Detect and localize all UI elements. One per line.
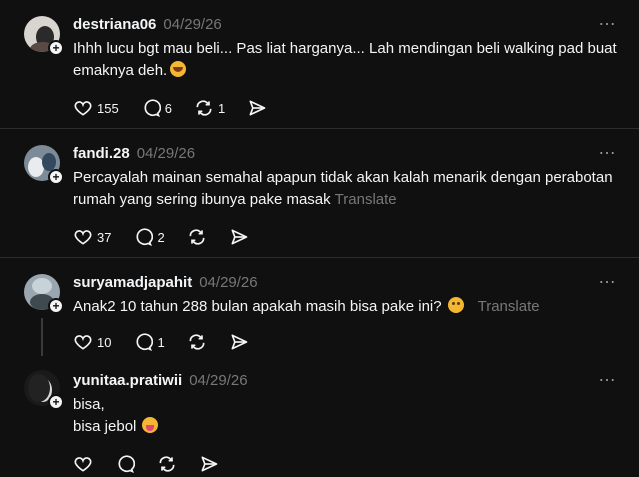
like-count: 37 [97, 229, 112, 245]
like-button[interactable]: 37 [73, 227, 111, 247]
username[interactable]: fandi.28 [73, 145, 130, 162]
action-bar [73, 446, 619, 477]
post: + … yunitaa.pratiwii 04/29/26 bisa, bisa… [0, 360, 639, 477]
translate-link[interactable]: Translate [478, 298, 540, 315]
repost-icon [196, 100, 212, 116]
post-date[interactable]: 04/29/26 [189, 372, 247, 389]
reply-button[interactable] [115, 454, 135, 474]
share-button[interactable] [247, 98, 267, 118]
share-button[interactable] [229, 332, 249, 352]
rofl-emoji [170, 61, 187, 77]
reply-button[interactable]: 1 [133, 332, 165, 352]
comment-icon [136, 228, 154, 246]
avatar[interactable]: + [24, 145, 64, 185]
reply-count: 6 [164, 100, 172, 116]
heart-icon [74, 101, 92, 116]
heart-icon [74, 230, 92, 245]
comment-icon [144, 99, 161, 117]
post-date[interactable]: 04/29/26 [137, 145, 195, 162]
repost-button[interactable]: 1 [194, 98, 225, 118]
send-icon [249, 100, 266, 116]
action-bar: 155 6 1 [73, 90, 619, 126]
like-count: 155 [97, 100, 119, 116]
follow-plus-icon[interactable]: + [48, 394, 64, 410]
avatar[interactable]: + [24, 370, 64, 410]
post-text: Anak2 10 tahun 288 bulan apakah masih bi… [73, 297, 540, 315]
follow-plus-icon[interactable]: + [48, 298, 64, 314]
follow-plus-icon[interactable]: + [48, 40, 64, 56]
avatar[interactable]: + [24, 16, 64, 56]
like-button[interactable]: 155 [73, 98, 119, 118]
avatar[interactable]: + [24, 274, 64, 314]
share-button[interactable] [229, 227, 249, 247]
action-bar: 10 1 [73, 324, 619, 360]
reply-button[interactable]: 6 [141, 98, 172, 118]
repost-button[interactable] [187, 227, 207, 247]
follow-plus-icon[interactable]: + [48, 169, 64, 185]
reply-button[interactable]: 2 [133, 227, 165, 247]
like-button[interactable] [73, 454, 93, 474]
post: + … fandi.28 04/29/26 Percayalah mainan … [0, 129, 639, 258]
username[interactable]: destriana06 [73, 16, 156, 33]
action-bar: 37 2 [73, 219, 619, 255]
more-options-icon[interactable]: … [598, 268, 617, 286]
like-count: 10 [97, 334, 112, 350]
post-text: Percayalah mainan semahal apapun tidak a… [73, 169, 613, 208]
more-options-icon[interactable]: … [598, 139, 617, 157]
comment-icon [136, 333, 154, 351]
username[interactable]: suryamadjapahit [73, 274, 192, 291]
comment-icon [118, 455, 135, 473]
heart-icon [74, 335, 92, 350]
heart-icon [74, 457, 92, 472]
send-icon [231, 334, 248, 350]
like-button[interactable]: 10 [73, 332, 111, 352]
translate-link[interactable]: Translate [335, 191, 397, 208]
more-options-icon[interactable]: … [598, 10, 617, 28]
reply-count: 1 [157, 334, 165, 350]
send-icon [201, 456, 218, 472]
repost-icon [189, 229, 205, 245]
username[interactable]: yunitaa.pratiwii [73, 372, 182, 389]
tongue-emoji [142, 417, 159, 433]
repost-button[interactable] [187, 332, 207, 352]
repost-icon [189, 334, 205, 350]
repost-button[interactable] [157, 454, 177, 474]
share-button[interactable] [199, 454, 219, 474]
post-text: bisa, bisa jebol [73, 394, 619, 438]
post: + … destriana06 04/29/26 Ihhh lucu bgt m… [0, 0, 639, 129]
post-date[interactable]: 04/29/26 [163, 16, 221, 33]
repost-count: 1 [217, 100, 226, 116]
reply-count: 2 [157, 229, 165, 245]
repost-icon [159, 456, 175, 472]
post-date[interactable]: 04/29/26 [199, 274, 257, 291]
send-icon [231, 229, 248, 245]
post: + … suryamadjapahit 04/29/26 Anak2 10 ta… [0, 258, 639, 360]
more-options-icon[interactable]: … [598, 366, 617, 384]
flushed-emoji [447, 297, 464, 313]
post-text: Ihhh lucu bgt mau beli... Pas liat harga… [73, 40, 617, 79]
thread-line [41, 318, 43, 356]
